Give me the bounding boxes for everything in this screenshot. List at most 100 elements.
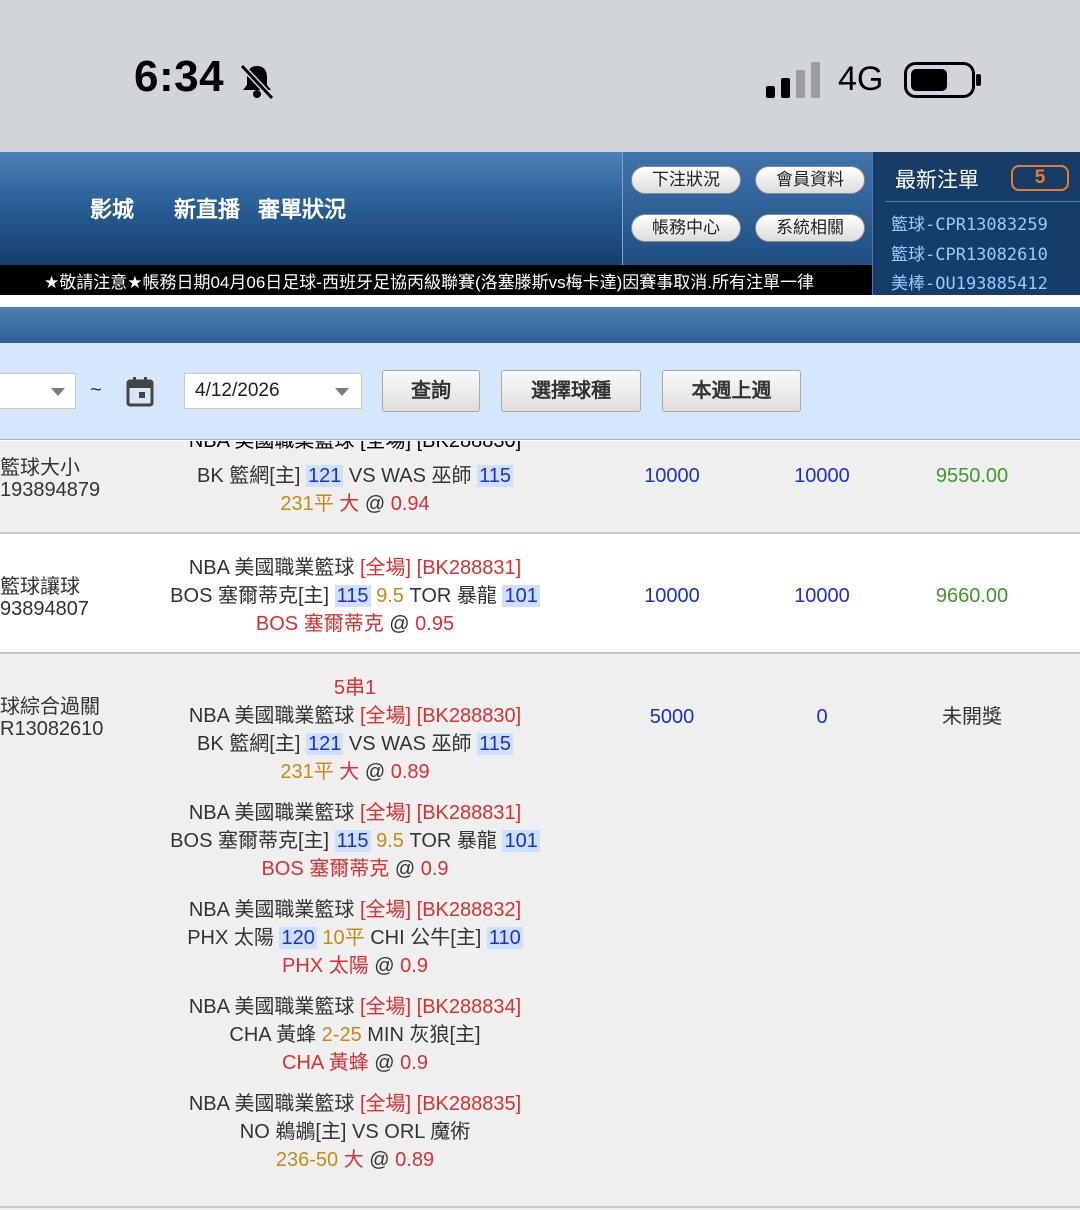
away-team: WAS 巫師 [381, 465, 472, 487]
member-info-button[interactable]: 會員資料 [755, 166, 865, 194]
bet-status-button[interactable]: 下注狀況 [631, 166, 741, 194]
at-sign: @ [374, 955, 395, 977]
away-team: TOR 暴龍 [409, 585, 497, 607]
section-bar [0, 307, 1080, 343]
battery-icon [904, 62, 981, 98]
handicap: 10平 [322, 927, 365, 949]
league-line: NBA 美國職業籃球 [全場] [BK288831] [120, 554, 590, 582]
away-score: 101 [502, 585, 540, 607]
vs-label: VS [352, 1121, 379, 1143]
home-team: BOS 塞爾蒂克[主] [170, 830, 330, 852]
signal-icon [766, 62, 820, 98]
handicap: 2-25 [321, 1024, 362, 1046]
home-score: 121 [305, 465, 344, 487]
bet-id[interactable]: 193894879 [0, 479, 100, 502]
date-to-value: 4/12/2026 [195, 380, 280, 401]
pick-side: 大 [339, 493, 360, 515]
pick-side: 大 [343, 1149, 364, 1171]
parlay-label: 5串1 [333, 677, 377, 699]
result-amount: 9660.00 [935, 585, 1009, 607]
at-sign: @ [369, 1149, 390, 1171]
clock: 6:34 [134, 52, 225, 101]
nav-live[interactable]: 新直播 [174, 192, 240, 224]
away-team: CHI 公牛[主] [370, 927, 482, 949]
parlay-leg: NBA 美國職業籃球 [全場] [BK288834] CHA 黃蜂 2-25 M… [120, 993, 590, 1077]
pick-odds: 0.9 [420, 858, 449, 880]
pick-odds: 0.89 [390, 761, 430, 783]
latest-bet-link[interactable]: 美棒-OU193885412 [891, 269, 1048, 294]
calendar-icon[interactable] [126, 377, 154, 407]
valid-amount: 10000 [794, 465, 850, 487]
table-row: 籃球讓球 93894807 NBA 美國職業籃球 [全場] [BK288831]… [0, 534, 1080, 652]
range-separator: ~ [90, 379, 102, 401]
query-button[interactable]: 查詢 [382, 370, 480, 412]
home-score: 115 [334, 830, 371, 852]
system-button[interactable]: 系統相關 [755, 214, 865, 242]
week-button[interactable]: 本週上週 [662, 370, 801, 412]
bet-type: 籃球讓球 [0, 576, 80, 598]
away-team: ORL 魔術 [384, 1121, 471, 1143]
pick-total-line: 231平 [280, 493, 334, 515]
status-bar: 6:34 4G [0, 0, 1080, 152]
row-divider [0, 1206, 1080, 1208]
pick-side: 大 [339, 761, 360, 783]
pick-side: BOS 塞爾蒂克 [255, 613, 384, 635]
league-name: NBA 美國職業籃球 [188, 899, 355, 921]
valid-amount: 10000 [794, 585, 850, 607]
pick-line: BOS 塞爾蒂克 @ 0.95 [120, 610, 590, 638]
select-sport-button[interactable]: 選擇球種 [501, 370, 641, 412]
home-team: BK 籃網[主] [197, 465, 301, 487]
nav-review-status[interactable]: 審單狀況 [258, 192, 346, 224]
date-to-select[interactable]: 4/12/2026 [184, 373, 362, 409]
pick-odds: 0.94 [390, 493, 430, 515]
pick-odds: 0.89 [395, 1149, 435, 1171]
match-line: BOS 塞爾蒂克[主] 115 9.5 TOR 暴龍 101 [120, 582, 590, 610]
away-score: 115 [477, 465, 513, 487]
bet-id[interactable]: R13082610 [0, 718, 103, 741]
at-sign: @ [389, 613, 410, 635]
date-from-select[interactable] [0, 373, 76, 409]
match-tags: [全場] [BK288832] [359, 899, 522, 921]
latest-bet-link[interactable]: 籃球-CPR13083259 [891, 210, 1048, 235]
parlay-leg: NBA 美國職業籃球 [全場] [BK288835] NO 鵜鶘[主] VS O… [120, 1090, 590, 1174]
stake-amount: 10000 [644, 585, 700, 607]
table-row: 球綜合過關 R13082610 5串1 NBA 美國職業籃球 [全場] [BK2… [0, 654, 1080, 1210]
home-score: 115 [334, 585, 371, 607]
handicap: 9.5 [376, 830, 404, 852]
match-tags: [全場] [BK288831] [359, 802, 522, 824]
home-team: BOS 塞爾蒂克[主] [170, 585, 330, 607]
stake-amount: 5000 [649, 706, 695, 728]
at-sign: @ [394, 858, 416, 880]
league-name: NBA 美國職業籃球 [全場] [BK288830] [188, 441, 522, 452]
latest-bet-link[interactable]: 籃球-CPR13082610 [891, 240, 1048, 265]
pick-side: CHA 黃蜂 [282, 1052, 369, 1074]
vs-label: VS [348, 733, 376, 755]
pick-odds: 0.9 [400, 955, 428, 977]
league-name: NBA 美國職業籃球 [188, 705, 355, 727]
match-line: BK 籃網[主] 121 VS WAS 巫師 115 [120, 462, 590, 490]
valid-amount: 0 [816, 706, 828, 728]
filter-bar: ~ 4/12/2026 查詢 選擇球種 本週上週 [0, 343, 1080, 440]
parlay-leg: NBA 美國職業籃球 [全場] [BK288830] BK 籃網[主] 121 … [120, 702, 590, 786]
nav-cinema[interactable]: 影城 [90, 192, 134, 224]
at-sign: @ [364, 761, 386, 783]
home-team: NO 鵜鶘[主] [239, 1121, 347, 1143]
bet-detail: NBA 美國職業籃球 [全場] [BK288831] BOS 塞爾蒂克[主] 1… [120, 554, 590, 638]
away-team: MIN 灰狼[主] [367, 1024, 481, 1046]
bet-id[interactable]: 93894807 [0, 598, 89, 621]
match-tags: [全場] [BK288835] [359, 1093, 522, 1115]
away-team: WAS 巫師 [381, 733, 472, 755]
home-score: 121 [305, 733, 344, 755]
match-tags: [全場] [BK288830] [359, 705, 522, 727]
pick-side: BOS 塞爾蒂克 [261, 858, 390, 880]
home-team: CHA 黃蜂 [229, 1024, 317, 1046]
league-name: NBA 美國職業籃球 [188, 802, 355, 824]
pick-line: 231平 大 @ 0.94 [120, 490, 590, 518]
ticker-text: ★敬請注意★帳務日期04月06日足球-西班牙足協丙級聯賽(洛塞滕斯vs梅卡達)因… [44, 273, 815, 292]
home-team: PHX 太陽 [187, 927, 274, 949]
finance-center-button[interactable]: 帳務中心 [631, 214, 741, 242]
result-amount: 9550.00 [935, 465, 1009, 487]
pick-total-line: 236-50 [275, 1149, 339, 1171]
table-row: NBA 美國職業籃球 [全場] [BK288830] 籃球大小 19389487… [0, 441, 1080, 533]
bell-muted-icon [239, 63, 275, 101]
